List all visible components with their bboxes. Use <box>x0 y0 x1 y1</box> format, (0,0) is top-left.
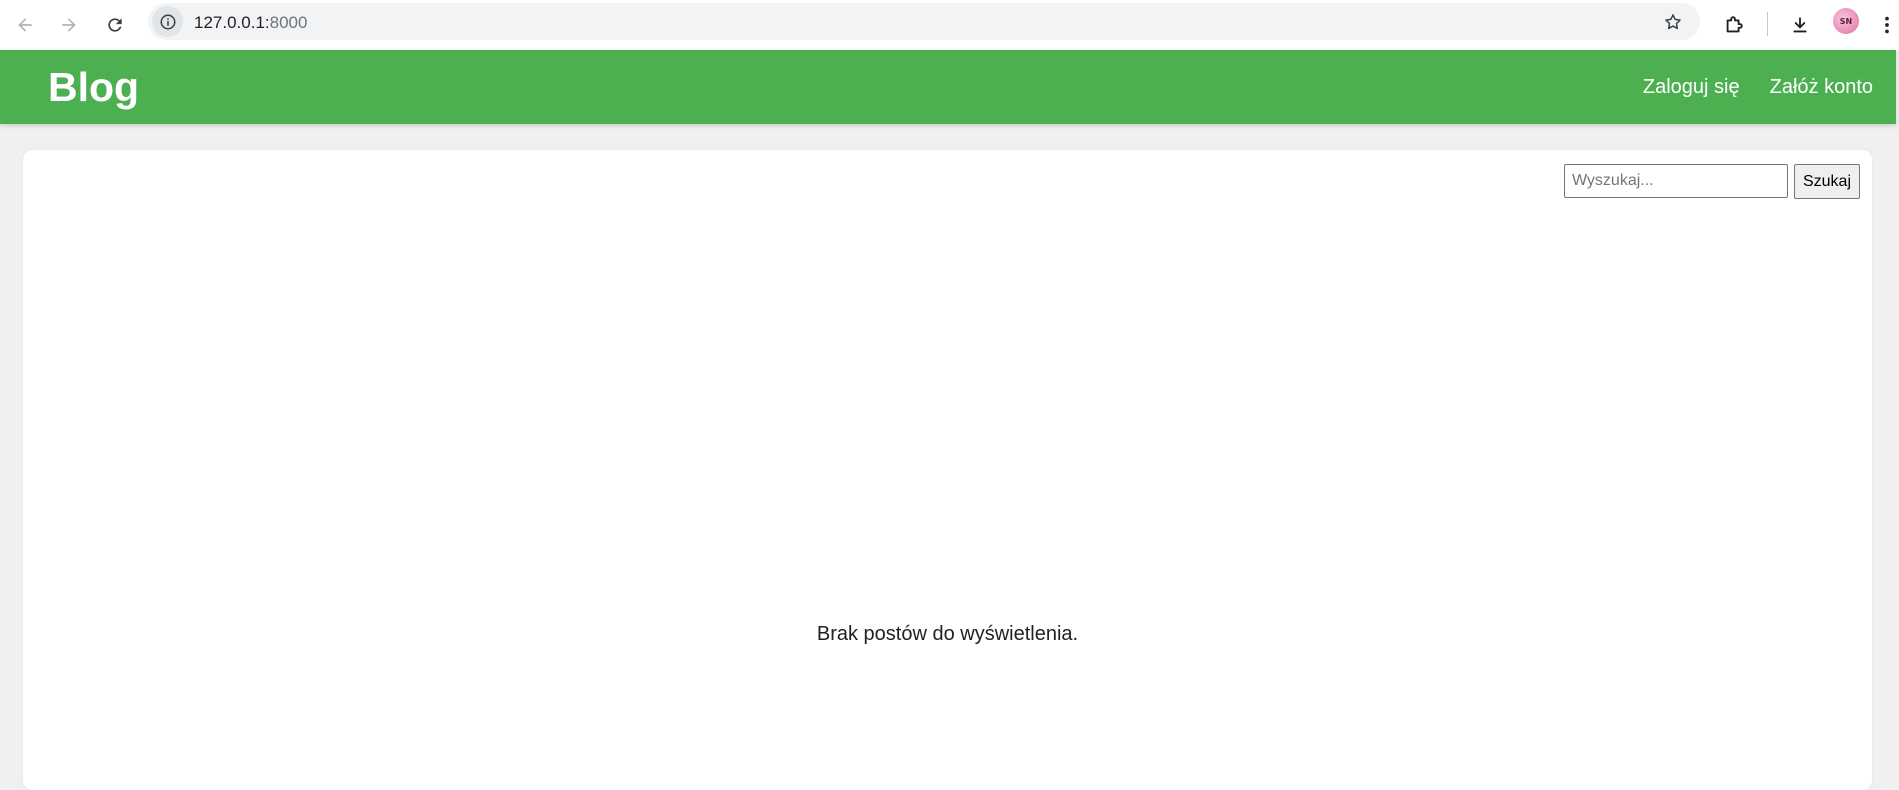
url-port: 8000 <box>269 13 308 32</box>
reload-button[interactable] <box>98 8 132 42</box>
profile-avatar[interactable]: SN <box>1833 8 1859 34</box>
arrow-right-icon <box>62 18 76 32</box>
bookmark-button[interactable] <box>1660 9 1686 35</box>
register-link[interactable]: Załóż konto <box>1770 76 1873 99</box>
download-icon <box>1793 17 1807 33</box>
info-icon <box>160 14 175 29</box>
header-nav: Zaloguj się Załóż konto <box>1643 76 1873 99</box>
star-icon <box>1665 14 1681 30</box>
back-button[interactable] <box>8 8 42 42</box>
toolbar-divider <box>1767 12 1768 36</box>
content-card: Szukaj Brak postów do wyświetlenia. <box>23 150 1872 790</box>
login-link[interactable]: Zaloguj się <box>1643 76 1740 99</box>
empty-posts-message: Brak postów do wyświetlenia. <box>816 623 1079 645</box>
search-button[interactable]: Szukaj <box>1793 164 1860 199</box>
more-vertical-icon <box>1885 16 1889 34</box>
extensions-button[interactable] <box>1717 8 1751 42</box>
site-info-button[interactable] <box>152 6 183 37</box>
brand-logo-link[interactable]: Blog <box>48 64 139 111</box>
browser-toolbar: 127.0.0.1:8000 SN <box>0 0 1899 50</box>
url-text: 127.0.0.1:8000 <box>194 13 307 33</box>
site-header: Blog Zaloguj się Załóż konto <box>0 50 1896 124</box>
search-input[interactable] <box>1563 164 1788 198</box>
puzzle-icon <box>1726 16 1743 33</box>
forward-button[interactable] <box>52 8 86 42</box>
arrow-left-icon <box>18 18 32 32</box>
avatar-initials: SN <box>1839 16 1853 26</box>
browser-menu-button[interactable] <box>1876 8 1898 42</box>
downloads-button[interactable] <box>1783 8 1817 42</box>
search-form: Szukaj <box>1563 164 1860 199</box>
url-host: 127.0.0.1: <box>194 13 270 32</box>
reload-icon <box>108 18 122 32</box>
address-bar[interactable]: 127.0.0.1:8000 <box>148 3 1700 40</box>
